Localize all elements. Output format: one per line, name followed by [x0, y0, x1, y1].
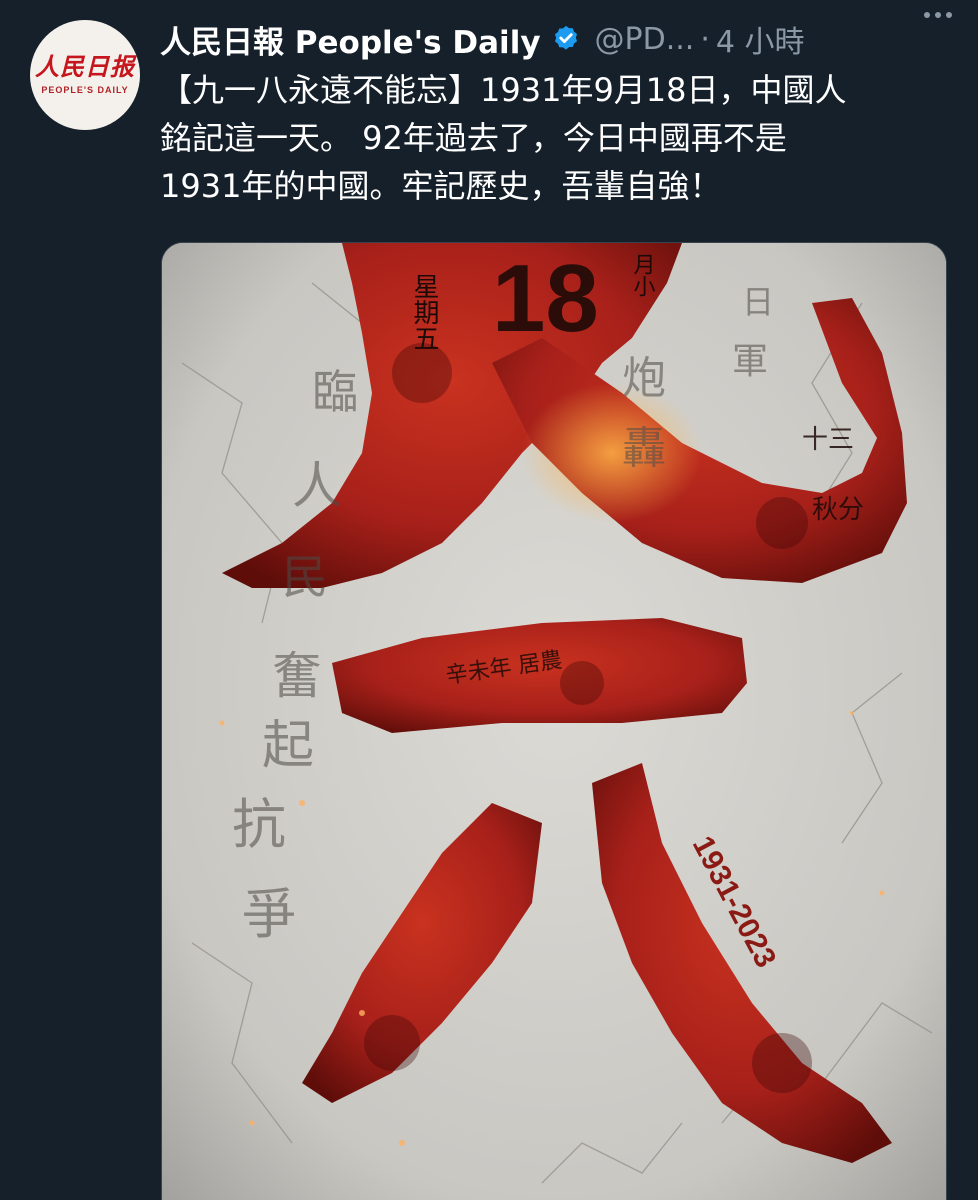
calligraphy-char: 臨 [312, 365, 358, 419]
calendar-weekday: 星期五 [409, 273, 439, 351]
calligraphy-char: 十三 [802, 425, 854, 455]
calligraphy-char: 秋分 [812, 495, 864, 525]
calligraphy-char: 軍 [732, 341, 768, 382]
calligraphy-char: 起 [262, 716, 314, 776]
calligraphy-char: 爭 [242, 883, 296, 946]
tweet-text-line: 1931年的中國。牢記歷史，吾輩自強！ [160, 167, 722, 205]
calligraphy-char: 轟 [622, 423, 666, 474]
calendar-month: 月小 [630, 253, 656, 297]
poster-artwork: 18 星期五 月小 臨 人 民 奮 起 抗 爭 日 軍 炮 轟 十三 秋分 辛未… [162, 243, 946, 1200]
author-handle[interactable]: @PD... [595, 22, 695, 57]
calligraphy-char: 炮 [622, 353, 666, 404]
calligraphy-char: 奮 [272, 647, 322, 705]
tweet[interactable]: 人民日报 PEOPLE'S DAILY 人民日報 People's Daily … [0, 0, 978, 1200]
timestamp[interactable]: 4 小時 [716, 17, 805, 61]
calendar-day: 18 [492, 245, 599, 352]
verified-badge-icon [551, 24, 581, 54]
tweet-header: 人民日報 People's Daily @PD... · 4 小時 [160, 14, 958, 64]
calligraphy-char: 人 [292, 457, 342, 515]
tweet-media-image[interactable]: 18 星期五 月小 臨 人 民 奮 起 抗 爭 日 軍 炮 轟 十三 秋分 辛未… [161, 242, 947, 1200]
avatar-logo-text: 人民日报 [35, 52, 135, 81]
tweet-text: 【九一八永遠不能忘】1931年9月18日，中國人 銘記這一天。 92年過去了，今… [160, 66, 950, 210]
calligraphy-char: 民 [282, 550, 328, 604]
light-glow [522, 383, 702, 523]
calligraphy-char: 日 [742, 283, 774, 321]
author-display-name[interactable]: 人民日報 People's Daily [160, 17, 541, 62]
tweet-text-line: 銘記這一天。 92年過去了，今日中國再不是 [160, 119, 787, 157]
calligraphy-char: 抗 [232, 793, 286, 856]
avatar-logo-subtitle: PEOPLE'S DAILY [41, 85, 129, 95]
more-options-icon[interactable] [924, 12, 952, 18]
header-separator: · [700, 21, 710, 57]
avatar[interactable]: 人民日报 PEOPLE'S DAILY [30, 20, 140, 130]
tweet-text-line: 【九一八永遠不能忘】1931年9月18日，中國人 [160, 71, 847, 109]
